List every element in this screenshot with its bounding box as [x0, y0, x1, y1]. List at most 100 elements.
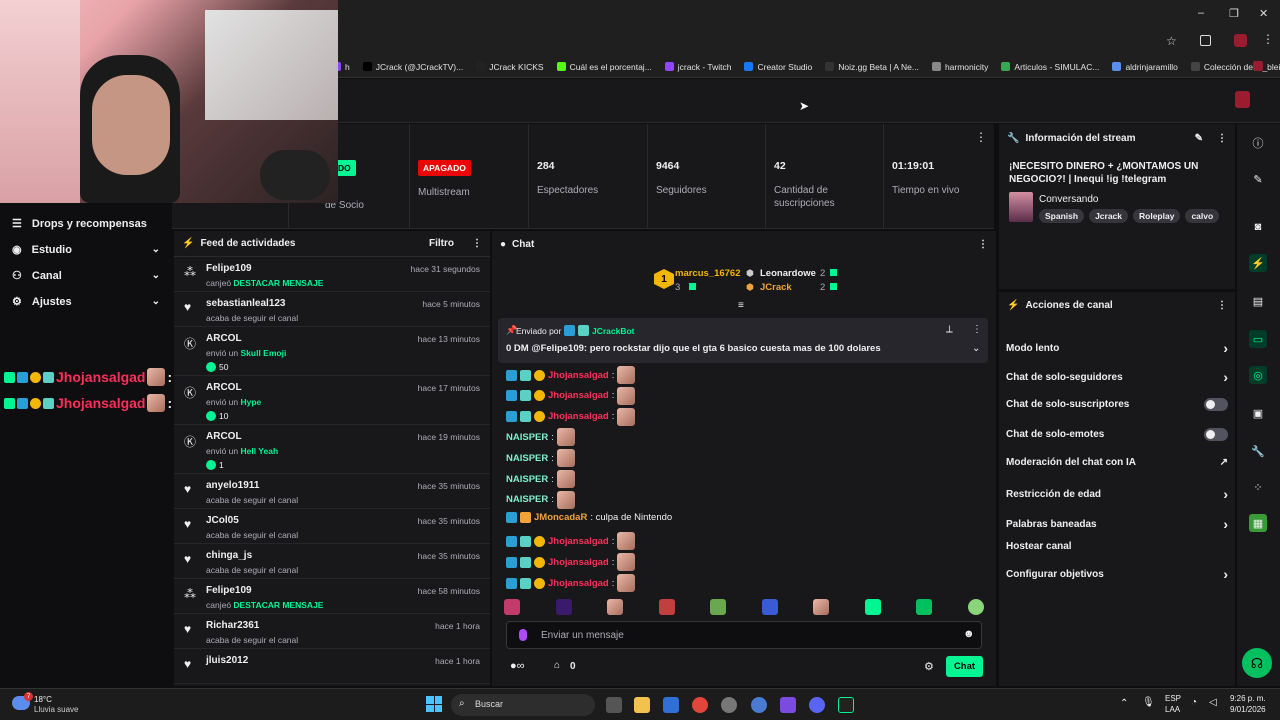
chat-username[interactable]: Jhojansalgad [548, 557, 609, 568]
feed-row[interactable]: ♥ JCol05 hace 35 minutos acaba de seguir el… [174, 509, 490, 544]
channel-action-item[interactable]: Chat de solo-emotes [1006, 428, 1228, 441]
emote-button[interactable] [504, 599, 520, 615]
feed-row[interactable]: Ⓚ ARCOL hace 17 minutos envió un Hype 10 [174, 376, 490, 425]
send-chat-button[interactable]: Chat [946, 656, 983, 677]
emote-button[interactable] [658, 599, 675, 615]
toggle-switch[interactable] [1204, 398, 1228, 411]
leader-first-name[interactable]: marcus_16762 [675, 268, 741, 279]
stream-category[interactable]: Conversando [1039, 194, 1098, 205]
emote-button[interactable] [710, 599, 727, 615]
leader-third-name[interactable]: JCrack [760, 282, 792, 293]
feed-row[interactable]: ♥ jluis2012 hace 1 hora [174, 649, 490, 684]
nodes-icon[interactable]: ⁘ [1249, 478, 1267, 496]
chat-username[interactable]: Jhojansalgad [548, 370, 609, 381]
microphone-icon[interactable] [519, 629, 527, 641]
lang-primary[interactable]: ESP [1165, 694, 1181, 703]
emote-button[interactable] [864, 599, 881, 615]
clock-time[interactable]: 9:26 p. m. [1230, 694, 1266, 703]
channel-action-item[interactable]: Chat de solo-suscriptores [1006, 398, 1228, 411]
nav-studio[interactable]: ◉ Estudio ⌄ [12, 243, 160, 257]
app-icon[interactable] [751, 697, 767, 713]
emote-button[interactable] [607, 599, 624, 615]
bookmark-item[interactable]: aldrinjaramillo [1112, 62, 1178, 72]
lightning-icon[interactable]: ⚡ [1249, 254, 1267, 272]
discord-icon[interactable] [809, 697, 825, 713]
profile-avatar[interactable] [1234, 34, 1247, 47]
bookmark-item[interactable]: Noiz.gg Beta | A Ne... [825, 62, 919, 72]
nav-channel[interactable]: ⚇ Canal ⌄ [12, 269, 160, 283]
chat-icon[interactable]: ▭ [1249, 330, 1267, 348]
stream-tag[interactable]: Roleplay [1133, 209, 1181, 223]
chat-username[interactable]: NAISPER [506, 474, 548, 485]
wifi-icon[interactable]: ◔ [1191, 697, 1197, 708]
bookmark-item[interactable]: JCrack KICKS [476, 62, 544, 72]
bookmark-item[interactable]: Cuál es el porcentaj... [556, 62, 652, 72]
emote-button[interactable] [813, 599, 830, 615]
extension-app-icon[interactable]: ▦ [1249, 514, 1267, 532]
outlook-icon[interactable] [663, 697, 679, 713]
stream-tag[interactable]: calvo [1185, 209, 1220, 223]
stats-menu-icon[interactable]: ⋮ [975, 130, 987, 144]
layers-icon[interactable]: ▣ [1249, 404, 1267, 422]
lang-secondary[interactable]: LAA [1165, 705, 1180, 714]
chat-username[interactable]: Jhojansalgad [548, 390, 609, 401]
pinned-by-user[interactable]: JCrackBot [592, 326, 635, 336]
app-icon[interactable] [721, 697, 737, 713]
camera-icon[interactable]: ◙ [1249, 218, 1267, 236]
feed-menu-icon[interactable]: ⋮ [472, 238, 482, 249]
extensions-icon[interactable] [1200, 35, 1211, 46]
bookmark-item[interactable]: Creator Studio [744, 62, 812, 72]
bookmark-item[interactable]: Articulos - SIMULAC... [1001, 62, 1099, 72]
store-icon[interactable]: ⌂ [554, 660, 560, 671]
microphone-icon[interactable]: 🎙 [1142, 697, 1155, 708]
channel-action-item[interactable]: Hostear canal [1006, 541, 1228, 552]
chat-username[interactable]: NAISPER [506, 494, 548, 505]
chat-username[interactable]: Jhojansalgad [548, 536, 609, 547]
clock-date[interactable]: 9/01/2026 [1230, 705, 1266, 714]
bookmark-item[interactable]: JCrack (@JCrackTV)... [362, 62, 463, 72]
emoji-icon[interactable]: ☻ [963, 628, 975, 640]
points-icon[interactable]: ●∞ [510, 660, 525, 672]
browser-menu-icon[interactable]: ⋮ [1262, 32, 1274, 46]
bookmarks-end-icon[interactable] [1253, 61, 1263, 71]
edit-pencil-icon[interactable]: ✎ [1249, 170, 1267, 188]
stream-tag[interactable]: Spanish [1039, 209, 1085, 223]
feed-row[interactable]: ♥ Richar2361 hace 1 hora acaba de seguir el… [174, 614, 490, 649]
feed-row[interactable]: ♥ sebastianleal123 hace 5 minutos acaba de … [174, 292, 490, 327]
feed-row[interactable]: Ⓚ ARCOL hace 13 minutos envió un Skull Emoj… [174, 327, 490, 376]
chat-username[interactable]: NAISPER [506, 432, 548, 443]
bookmark-item[interactable]: Colección de M_blei... [1190, 62, 1280, 72]
feed-row[interactable]: ♥ anyelo1911 hace 35 minutos acaba de segui… [174, 474, 490, 509]
bookmark-item[interactable]: jcrack - Twitch [664, 62, 731, 72]
feed-row[interactable]: ⁂ Felipe109 hace 58 minutos canjeó DESTACAR… [174, 579, 490, 614]
pinned-menu-icon[interactable]: ⋮ [972, 324, 982, 335]
star-icon[interactable]: ☆ [1166, 34, 1177, 48]
volume-icon[interactable]: ◁ [1209, 697, 1217, 708]
feed-row[interactable]: ♥ chinga_js hace 35 minutos acaba de seguir… [174, 544, 490, 579]
broadcast-icon[interactable]: ◎ [1249, 366, 1267, 384]
channel-action-item[interactable]: Modo lento › [1006, 340, 1228, 356]
close-icon[interactable]: ✕ [1259, 7, 1268, 20]
collapse-leaderboard-icon[interactable]: ≡ [738, 300, 744, 311]
chat-input[interactable]: Enviar un mensaje [541, 630, 624, 641]
wrench-icon[interactable]: 🔧 [1249, 442, 1267, 460]
channel-action-item[interactable]: Palabras baneadas › [1006, 516, 1228, 532]
channel-action-item[interactable]: Restricción de edad › [1006, 486, 1228, 502]
emote-button[interactable] [916, 599, 933, 615]
nav-settings[interactable]: ⚙ Ajustes ⌄ [12, 295, 160, 309]
leader-second-name[interactable]: Leonardowe [760, 268, 816, 279]
windows-start-icon[interactable] [426, 696, 442, 712]
emote-button[interactable] [761, 599, 778, 615]
document-icon[interactable]: ▤ [1249, 292, 1267, 310]
emote-button[interactable] [555, 599, 572, 615]
unpin-icon[interactable]: ⟂ [946, 324, 953, 335]
channel-action-item[interactable]: Configurar objetivos › [1006, 566, 1228, 582]
chrome-icon[interactable] [692, 697, 708, 713]
filter-button[interactable]: Filtro [429, 238, 454, 249]
toggle-switch[interactable] [1204, 428, 1228, 441]
chat-settings-icon[interactable]: ⚙ [924, 660, 934, 673]
channel-action-item[interactable]: Chat de solo-seguidores › [1006, 369, 1228, 385]
feed-row[interactable]: Ⓚ ARCOL hace 19 minutos envió un Hell Yeah 1 [174, 425, 490, 474]
file-explorer-icon[interactable] [634, 697, 650, 713]
app-icon[interactable] [780, 697, 796, 713]
